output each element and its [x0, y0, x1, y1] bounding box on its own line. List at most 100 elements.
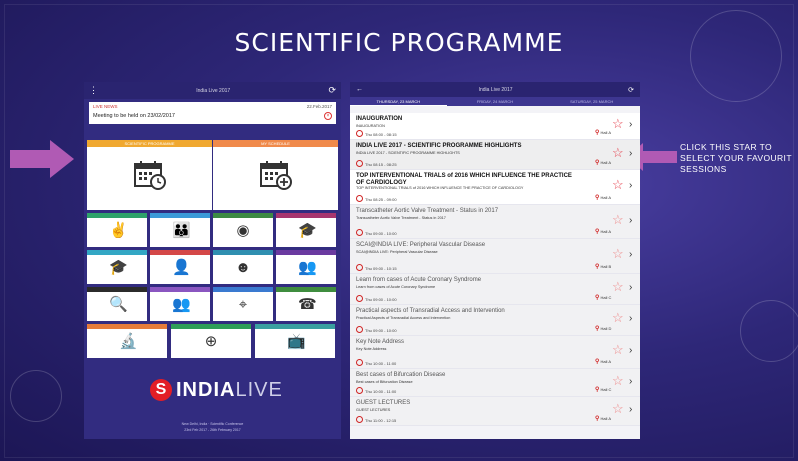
- home-tile-15[interactable]: 🔬: [87, 324, 167, 358]
- decorative-circle: [10, 370, 62, 422]
- day-tabs: THURSDAY, 23 MARCH FRIDAY, 24 MARCH SATU…: [350, 97, 640, 106]
- home-tile-2[interactable]: MY SCHEDULE: [213, 140, 338, 210]
- slide-title: SCIENTIFIC PROGRAMME: [234, 28, 564, 57]
- decorative-circle: [740, 300, 798, 362]
- tile-color-bar: [150, 287, 210, 292]
- home-tile-16[interactable]: ⊕: [171, 324, 251, 358]
- session-row[interactable]: Transcatheter Aortic Valve Treatment - S…: [350, 205, 640, 239]
- session-row[interactable]: SCAI@INDIA LIVE: Peripheral Vascular Dis…: [350, 239, 640, 274]
- tile-color-bar: [276, 250, 336, 255]
- refresh-icon[interactable]: ⟳: [628, 86, 634, 94]
- favourite-star-icon[interactable]: ☆: [612, 374, 624, 387]
- session-row[interactable]: GUEST LECTURES GUEST LECTURES Thu 11:00 - …: [350, 397, 640, 426]
- session-time: Thu 10:00 - 11:00: [356, 359, 396, 366]
- chevron-right-icon[interactable]: ›: [629, 375, 632, 388]
- clock-icon: [356, 264, 363, 271]
- home-tile-8[interactable]: 👤: [150, 250, 210, 284]
- home-tile-14[interactable]: ☎: [276, 287, 336, 321]
- session-row[interactable]: Practical aspects of Transradial Access …: [350, 305, 640, 336]
- home-tile-3[interactable]: ✌: [87, 213, 147, 247]
- session-subtitle: Key Note Address: [356, 347, 387, 351]
- tile-color-bar: [276, 287, 336, 292]
- notice-title: LIVE NEWS: [93, 104, 118, 109]
- favourite-star-icon[interactable]: ☆: [612, 213, 624, 226]
- home-tile-4[interactable]: 👪: [150, 213, 210, 247]
- logo-letter: S: [150, 379, 172, 401]
- location-pin-icon: ⚲: [595, 160, 600, 166]
- chevron-right-icon[interactable]: ›: [629, 312, 632, 325]
- clock-icon: [356, 130, 363, 137]
- favourite-star-icon[interactable]: ☆: [612, 178, 624, 191]
- back-arrow-icon[interactable]: ←: [356, 86, 363, 93]
- favourite-star-icon[interactable]: ☆: [612, 311, 624, 324]
- tab-day-3[interactable]: SATURDAY, 25 MARCH: [543, 97, 640, 106]
- tile-label: SCIENTIFIC PROGRAMME: [124, 141, 175, 146]
- favourite-star-icon[interactable]: ☆: [612, 117, 624, 130]
- session-hall: ⚲ Hall B: [595, 264, 612, 270]
- favourite-star-icon[interactable]: ☆: [612, 402, 624, 415]
- tab-day-1[interactable]: THURSDAY, 23 MARCH: [350, 97, 447, 106]
- chevron-right-icon[interactable]: ›: [629, 118, 632, 131]
- favourite-star-icon[interactable]: ☆: [612, 343, 624, 356]
- phone-icon: ☎: [298, 296, 317, 313]
- home-tile-9[interactable]: ☻: [213, 250, 273, 284]
- session-row[interactable]: Best cases of Bifurcation Disease Best ca…: [350, 369, 640, 397]
- clock-icon: [356, 387, 363, 394]
- chevron-right-icon[interactable]: ›: [629, 281, 632, 294]
- home-tile-1[interactable]: SCIENTIFIC PROGRAMME: [87, 140, 212, 210]
- footer-dates: 23rd Feb 2017 - 26th February 2017: [184, 428, 241, 432]
- session-row[interactable]: INDIA LIVE 2017 - SCIENTIFIC PROGRAMME H…: [350, 140, 640, 170]
- tile-color-bar: SCIENTIFIC PROGRAMME: [87, 140, 212, 147]
- home-tile-17[interactable]: 📺: [255, 324, 335, 358]
- calendar-add-icon: [259, 160, 293, 195]
- close-icon[interactable]: ×: [324, 112, 332, 120]
- footer-text: New Delhi, India · Scientific Conference: [181, 422, 244, 426]
- chevron-right-icon[interactable]: ›: [629, 147, 632, 160]
- session-subtitle: TOP INTERVENTIONAL TRIALS of 2016 WHICH …: [356, 186, 524, 190]
- session-title: GUEST LECTURES: [356, 400, 411, 406]
- home-tile-13[interactable]: ⌖: [213, 287, 273, 321]
- chevron-right-icon[interactable]: ›: [629, 248, 632, 261]
- chevron-right-icon[interactable]: ›: [629, 179, 632, 192]
- book-icon: ◉: [236, 222, 250, 239]
- tab-day-2[interactable]: FRIDAY, 24 MARCH: [447, 97, 544, 106]
- clock-icon: [356, 416, 363, 423]
- clock-icon: [356, 229, 363, 236]
- microscope-icon: 🔬: [119, 333, 138, 350]
- session-title: INAUGURATION: [356, 116, 403, 122]
- session-time: Thu 09:00 - 10:00: [356, 295, 397, 302]
- news-notice[interactable]: LIVE NEWS 22.Feb.2017 Meeting to be held…: [89, 102, 336, 124]
- home-tile-7[interactable]: 🎓: [87, 250, 147, 284]
- session-hall: ⚲ Hall A: [595, 160, 611, 166]
- board-presenter-icon: 🎓: [109, 259, 128, 276]
- home-tile-6[interactable]: 🎓: [276, 213, 336, 247]
- session-row[interactable]: TOP INTERVENTIONAL TRIALS of 2016 WHICH …: [350, 170, 640, 205]
- session-title: Practical aspects of Transradial Access …: [356, 308, 505, 314]
- menu-icon[interactable]: ⋮: [89, 86, 98, 95]
- location-pin-icon: ⚲: [595, 264, 600, 270]
- tile-color-bar: [150, 213, 210, 218]
- favourite-star-icon[interactable]: ☆: [612, 146, 624, 159]
- favourite-star-icon[interactable]: ☆: [612, 247, 624, 260]
- session-row[interactable]: Learn from cases of Acute Coronary Syndr…: [350, 274, 640, 305]
- session-subtitle: Practical Aspects of Transradial Access …: [356, 316, 451, 320]
- session-row[interactable]: Key Note Address Key Note Address Thu 10:0…: [350, 336, 640, 369]
- session-row[interactable]: INAUGURATION INAUGURATION Thu 08:00 - 08:1…: [350, 113, 640, 140]
- home-tile-11[interactable]: 🔍: [87, 287, 147, 321]
- chevron-right-icon[interactable]: ›: [629, 214, 632, 227]
- session-subtitle: INAUGURATION: [356, 124, 385, 128]
- refresh-icon[interactable]: ⟳: [328, 86, 336, 95]
- location-pin-icon: ⚲: [595, 326, 600, 332]
- session-title: SCAI@INDIA LIVE: Peripheral Vascular Dis…: [356, 242, 486, 248]
- favourite-star-icon[interactable]: ☆: [612, 280, 624, 293]
- session-subtitle: INDIA LIVE 2017 - SCIENTIFIC PROGRAMME H…: [356, 151, 460, 155]
- chevron-right-icon[interactable]: ›: [629, 344, 632, 357]
- home-tile-5[interactable]: ◉: [213, 213, 273, 247]
- tv-icon: 📺: [287, 333, 306, 350]
- calendar-clock-icon: [133, 160, 167, 195]
- session-title: Transcatheter Aortic Valve Treatment - S…: [356, 208, 499, 214]
- home-tile-12[interactable]: 👥: [150, 287, 210, 321]
- chevron-right-icon[interactable]: ›: [629, 403, 632, 416]
- home-tile-10[interactable]: 👥: [276, 250, 336, 284]
- meeting-icon: 👥: [298, 259, 317, 276]
